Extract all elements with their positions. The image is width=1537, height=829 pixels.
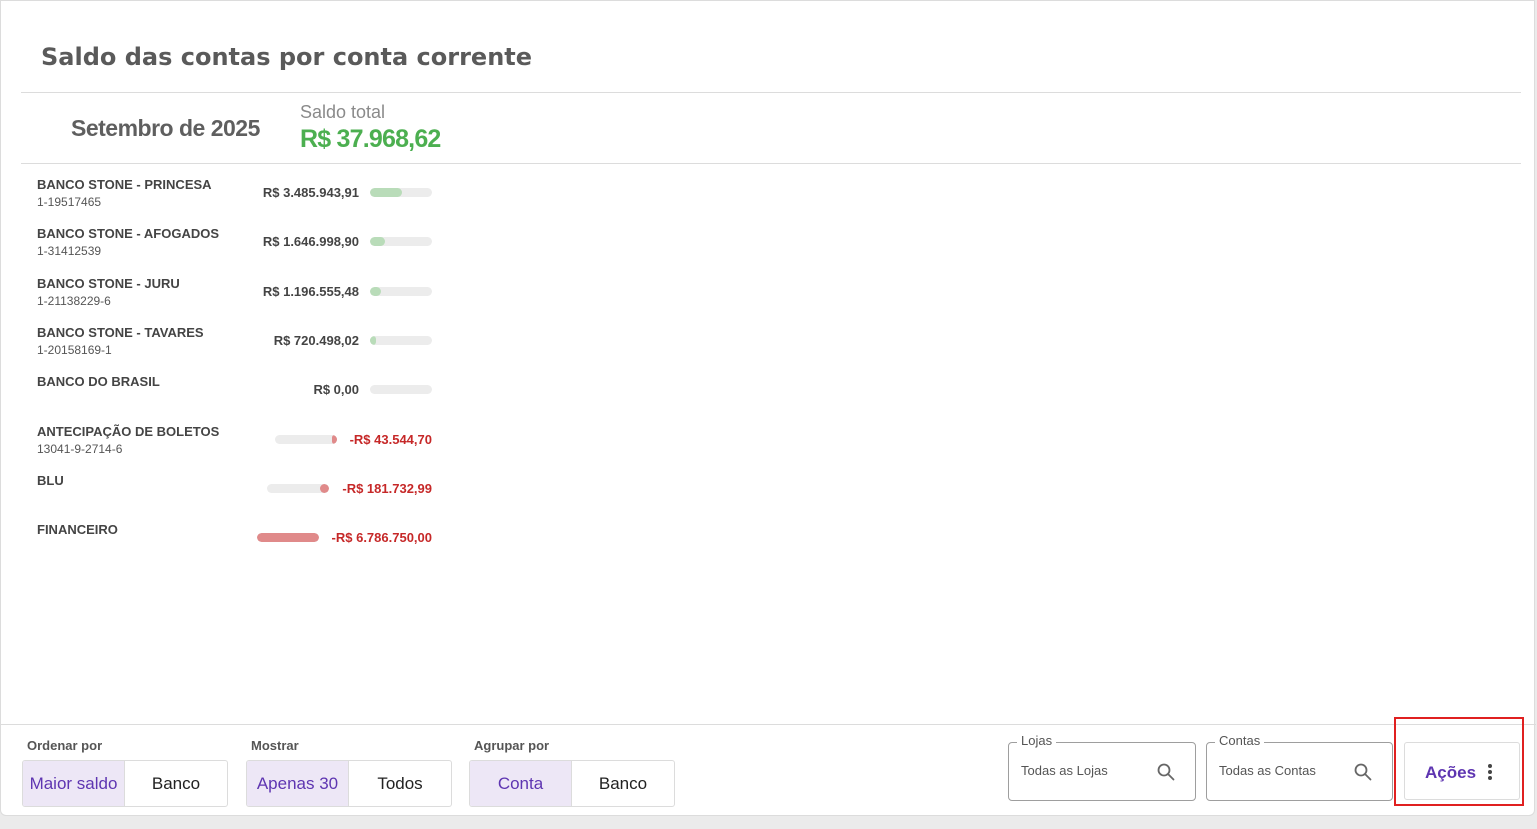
balance-bar-track: [370, 287, 432, 296]
group-option-conta[interactable]: Conta: [470, 761, 572, 806]
balance-bar-track: [267, 484, 329, 493]
divider: [21, 92, 1521, 93]
actions-button-label: Ações: [1425, 763, 1477, 782]
balance-card: Saldo das contas por conta corrente Sete…: [0, 0, 1536, 816]
divider: [21, 163, 1521, 164]
sort-label: Ordenar por: [27, 738, 103, 753]
stores-filter-value: Todas as Lojas: [1021, 763, 1108, 778]
balance-bar-fill: [332, 435, 337, 444]
accounts-filter[interactable]: Contas Todas as Contas: [1206, 733, 1393, 801]
account-balance: -R$ 6.786.750,00: [331, 530, 432, 545]
account-name: BANCO STONE - AFOGADOS: [37, 226, 220, 241]
page-title: Saldo das contas por conta corrente: [41, 43, 533, 71]
footer-divider: [1, 724, 1536, 725]
stores-filter[interactable]: Lojas Todas as Lojas: [1008, 733, 1196, 801]
balance-bar-track: [370, 188, 432, 197]
show-option-apenas-30[interactable]: Apenas 30: [247, 761, 349, 806]
account-name: FINANCEIRO: [37, 522, 118, 537]
balance-bar-track: [275, 435, 337, 444]
account-balance: R$ 0,00: [313, 382, 359, 397]
account-row[interactable]: BANCO STONE - AFOGADOS 1-31412539 R$ 1.6…: [1, 226, 461, 274]
account-balance: -R$ 43.544,70: [349, 432, 432, 447]
account-name: BANCO DO BRASIL: [37, 374, 160, 389]
balance-bar-track: [370, 237, 432, 246]
account-number: 1-19517465: [37, 195, 102, 209]
account-number: 1-31412539: [37, 244, 102, 258]
stores-filter-label: Lojas: [1017, 733, 1057, 748]
group-label: Agrupar por: [474, 738, 550, 753]
account-number: 1-21138229-6: [37, 294, 111, 308]
show-toggle: Apenas 30 Todos: [246, 760, 452, 807]
total-balance-label: Saldo total: [300, 102, 386, 122]
actions-button[interactable]: Ações: [1404, 742, 1520, 800]
account-row[interactable]: BLU -R$ 181.732,99: [1, 473, 461, 521]
balance-bar-track: [257, 533, 319, 542]
show-option-todos[interactable]: Todos: [349, 761, 451, 806]
account-name: BANCO STONE - JURU: [37, 276, 180, 291]
sort-toggle: Maior saldo Banco: [22, 760, 228, 807]
more-vert-icon: [1488, 764, 1492, 780]
show-label: Mostrar: [251, 738, 299, 753]
balance-bar-fill: [257, 533, 319, 542]
balance-bar-fill: [370, 287, 382, 296]
account-row[interactable]: ANTECIPAÇÃO DE BOLETOS 13041-9-2714-6 -R…: [1, 424, 461, 472]
accounts-filter-label: Contas: [1215, 733, 1265, 748]
account-balance: R$ 1.196.555,48: [262, 284, 359, 299]
group-toggle: Conta Banco: [469, 760, 675, 807]
account-name: BANCO STONE - PRINCESA: [37, 177, 212, 192]
sort-option-banco[interactable]: Banco: [125, 761, 227, 806]
balance-bar-fill: [319, 484, 329, 493]
account-number: 13041-9-2714-6: [37, 442, 123, 456]
account-balance: -R$ 181.732,99: [342, 481, 432, 496]
balance-bar-fill: [370, 188, 402, 197]
account-balance: R$ 1.646.998,90: [262, 234, 359, 249]
group-option-banco[interactable]: Banco: [572, 761, 674, 806]
account-row[interactable]: BANCO STONE - PRINCESA 1-19517465 R$ 3.4…: [1, 177, 461, 225]
account-row[interactable]: BANCO STONE - TAVARES 1-20158169-1 R$ 72…: [1, 325, 461, 373]
balance-bar-fill: [370, 237, 385, 246]
search-icon[interactable]: [1157, 763, 1175, 781]
account-row[interactable]: BANCO STONE - JURU 1-21138229-6 R$ 1.196…: [1, 276, 461, 324]
account-balance: R$ 720.498,02: [273, 333, 359, 348]
account-row[interactable]: FINANCEIRO -R$ 6.786.750,00: [1, 522, 461, 570]
sort-option-maior-saldo[interactable]: Maior saldo: [23, 761, 125, 806]
accounts-filter-value: Todas as Contas: [1219, 763, 1316, 778]
account-name: BANCO STONE - TAVARES: [37, 325, 204, 340]
period-label: Setembro de 2025: [71, 115, 260, 141]
balance-bar-track: [370, 385, 432, 394]
account-name: ANTECIPAÇÃO DE BOLETOS: [37, 424, 220, 439]
account-name: BLU: [37, 473, 64, 488]
search-icon[interactable]: [1354, 763, 1372, 781]
account-number: 1-20158169-1: [37, 343, 112, 357]
balance-bar-track: [370, 336, 432, 345]
account-balance: R$ 3.485.943,91: [262, 185, 359, 200]
total-balance-value: R$ 37.968,62: [300, 125, 441, 153]
account-row[interactable]: BANCO DO BRASIL R$ 0,00: [1, 374, 461, 422]
balance-bar-fill: [370, 336, 377, 345]
